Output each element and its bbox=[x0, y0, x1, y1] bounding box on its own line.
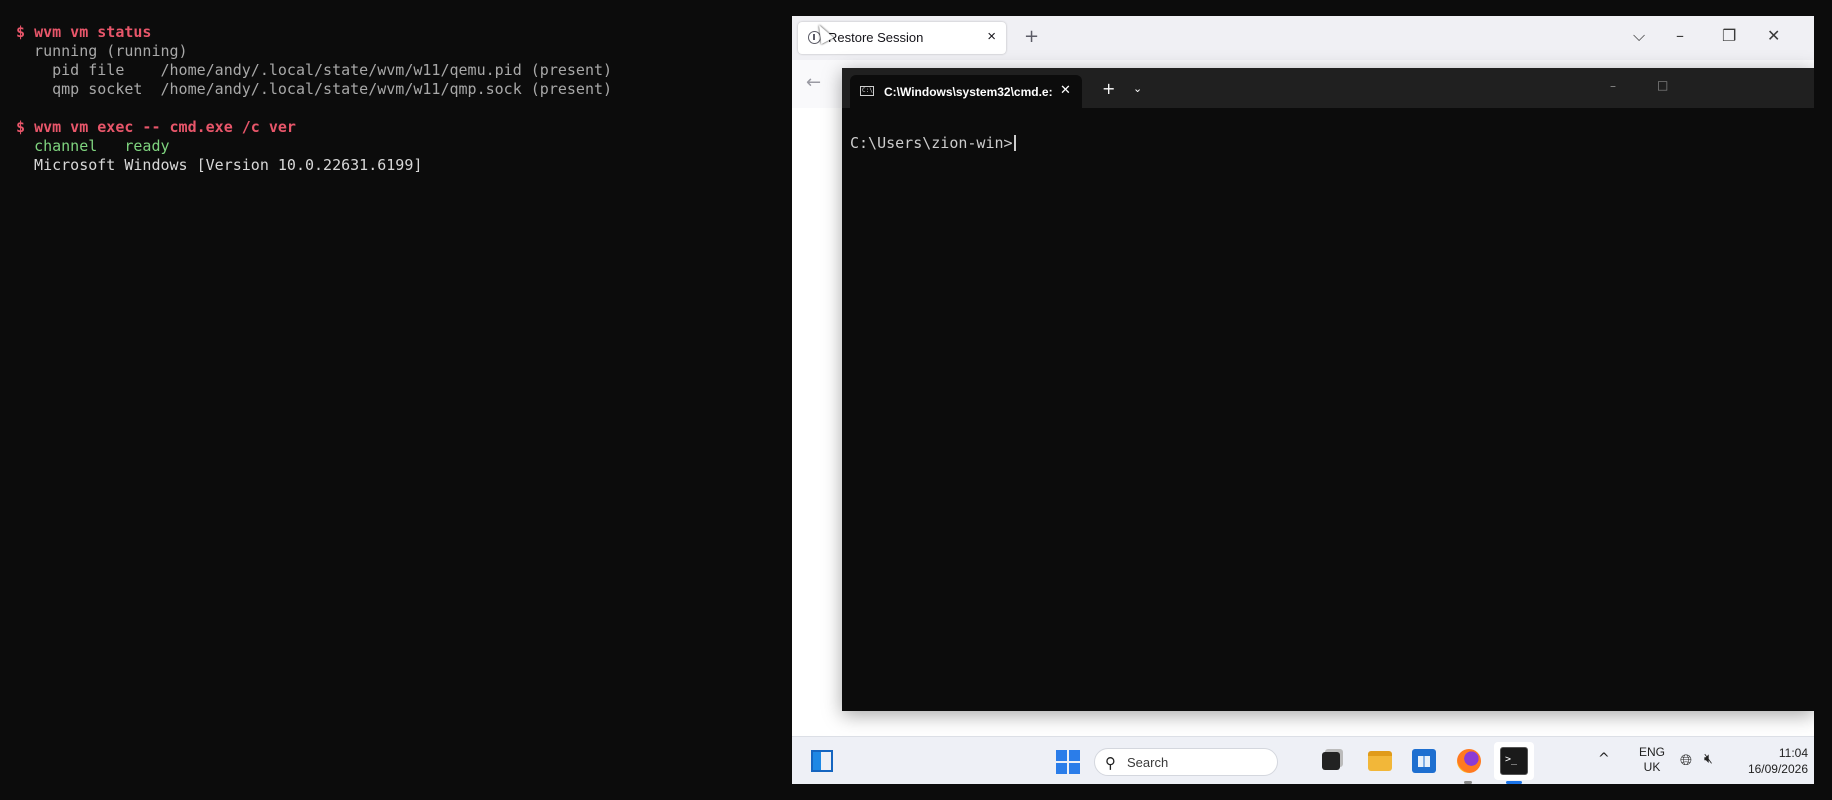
terminal-tab[interactable]: C:\ C:\Windows\system32\cmd.e: ✕ bbox=[850, 75, 1082, 108]
terminal-line-command: $ wvm vm status bbox=[0, 23, 792, 42]
start-tile bbox=[1069, 750, 1080, 761]
microsoft-store-icon[interactable] bbox=[1412, 749, 1436, 773]
prompt-symbol: $ bbox=[16, 118, 26, 136]
command-text: wvm vm status bbox=[34, 23, 152, 41]
status-value: ready bbox=[124, 137, 170, 155]
start-tile bbox=[1056, 763, 1067, 774]
start-button[interactable] bbox=[1056, 750, 1080, 774]
close-tab-icon[interactable]: × bbox=[987, 28, 996, 45]
terminal-output-line: qmp socket /home/andy/.local/state/wvm/w… bbox=[16, 80, 613, 98]
terminal-status-line: channel ready bbox=[0, 137, 792, 156]
start-tile bbox=[1056, 750, 1067, 761]
clock[interactable]: 11:04 16/09/2026 bbox=[1728, 745, 1808, 777]
taskbar-search-box[interactable]: ⚲ Search bbox=[1094, 748, 1278, 776]
cmd-prompt: C:\Users\zion-win> bbox=[850, 134, 1013, 152]
prompt-symbol: $ bbox=[16, 23, 26, 41]
windows-terminal-window[interactable]: C:\ C:\Windows\system32\cmd.e: ✕ + ⌄ – □… bbox=[842, 68, 1814, 711]
terminal-content[interactable]: C:\Users\zion-win> bbox=[842, 108, 1814, 711]
task-view-icon[interactable] bbox=[1322, 752, 1340, 770]
widgets-icon[interactable] bbox=[811, 750, 833, 772]
show-hidden-icons-chevron[interactable]: ^ bbox=[1598, 751, 1610, 767]
active-indicator bbox=[1506, 781, 1522, 784]
screen-edge bbox=[1814, 0, 1832, 800]
command-text: wvm vm exec -- cmd.exe /c ver bbox=[34, 118, 296, 136]
start-tile bbox=[1069, 763, 1080, 774]
status-key: channel bbox=[34, 137, 98, 155]
taskbar: ⚲ Search >_ ^ ENG UK 🌐︎ 🔇︎ 11:04 16/09/2… bbox=[792, 736, 1814, 784]
running-indicator bbox=[1464, 781, 1472, 784]
minimize-button[interactable]: – bbox=[1676, 26, 1684, 45]
search-placeholder: Search bbox=[1127, 755, 1169, 770]
host-terminal[interactable]: $ wvm vm status running (running) pid fi… bbox=[0, 0, 792, 800]
terminal-output-line: running (running) bbox=[16, 42, 188, 60]
new-tab-button[interactable]: + bbox=[1102, 79, 1115, 98]
vm-display[interactable]: Restore Session × + ⌵ – ❐ ✕ ← C:\ C:\Win… bbox=[792, 16, 1814, 784]
clock-time: 11:04 bbox=[1778, 746, 1808, 760]
terminal-line-command: $ wvm vm exec -- cmd.exe /c ver bbox=[0, 118, 792, 137]
new-tab-button[interactable]: + bbox=[1024, 26, 1039, 47]
file-explorer-icon[interactable] bbox=[1368, 751, 1392, 771]
network-globe-icon[interactable]: 🌐︎ bbox=[1680, 751, 1692, 769]
back-arrow-icon[interactable]: ← bbox=[806, 72, 821, 93]
terminal-tab-title: C:\Windows\system32\cmd.e: bbox=[884, 85, 1053, 99]
list-tabs-icon[interactable]: ⌵ bbox=[1633, 26, 1645, 46]
maximize-button[interactable]: □ bbox=[1657, 78, 1668, 92]
close-tab-icon[interactable]: ✕ bbox=[1060, 83, 1071, 98]
clock-date: 16/09/2026 bbox=[1747, 762, 1808, 776]
language-indicator[interactable]: ENG UK bbox=[1637, 745, 1667, 775]
terminal-output-line: Microsoft Windows [Version 10.0.22631.61… bbox=[16, 156, 423, 174]
text-caret bbox=[1013, 135, 1016, 151]
close-window-button[interactable]: ✕ bbox=[1767, 26, 1780, 45]
terminal-icon[interactable]: >_ bbox=[1500, 747, 1528, 775]
firefox-icon[interactable] bbox=[1457, 749, 1481, 773]
minimize-button[interactable]: – bbox=[1610, 79, 1616, 93]
volume-muted-icon[interactable]: 🔇︎ bbox=[1704, 751, 1713, 767]
language-region: UK bbox=[1643, 760, 1661, 774]
language-code: ENG bbox=[1638, 745, 1665, 759]
restore-button[interactable]: ❐ bbox=[1722, 26, 1736, 45]
terminal-title-bar[interactable]: C:\ C:\Windows\system32\cmd.e: ✕ + ⌄ – □ bbox=[842, 68, 1814, 108]
firefox-tab-title: Restore Session bbox=[828, 30, 924, 45]
cmd-prompt-line: C:\Users\zion-win> bbox=[850, 134, 1016, 152]
terminal-output-line: pid file /home/andy/.local/state/wvm/w11… bbox=[16, 61, 613, 79]
cmd-icon: C:\ bbox=[860, 86, 874, 96]
firefox-tab-bar: Restore Session × + ⌵ – ❐ ✕ bbox=[792, 16, 1814, 60]
dropdown-chevron-icon[interactable]: ⌄ bbox=[1133, 82, 1142, 95]
search-icon: ⚲ bbox=[1105, 754, 1116, 772]
